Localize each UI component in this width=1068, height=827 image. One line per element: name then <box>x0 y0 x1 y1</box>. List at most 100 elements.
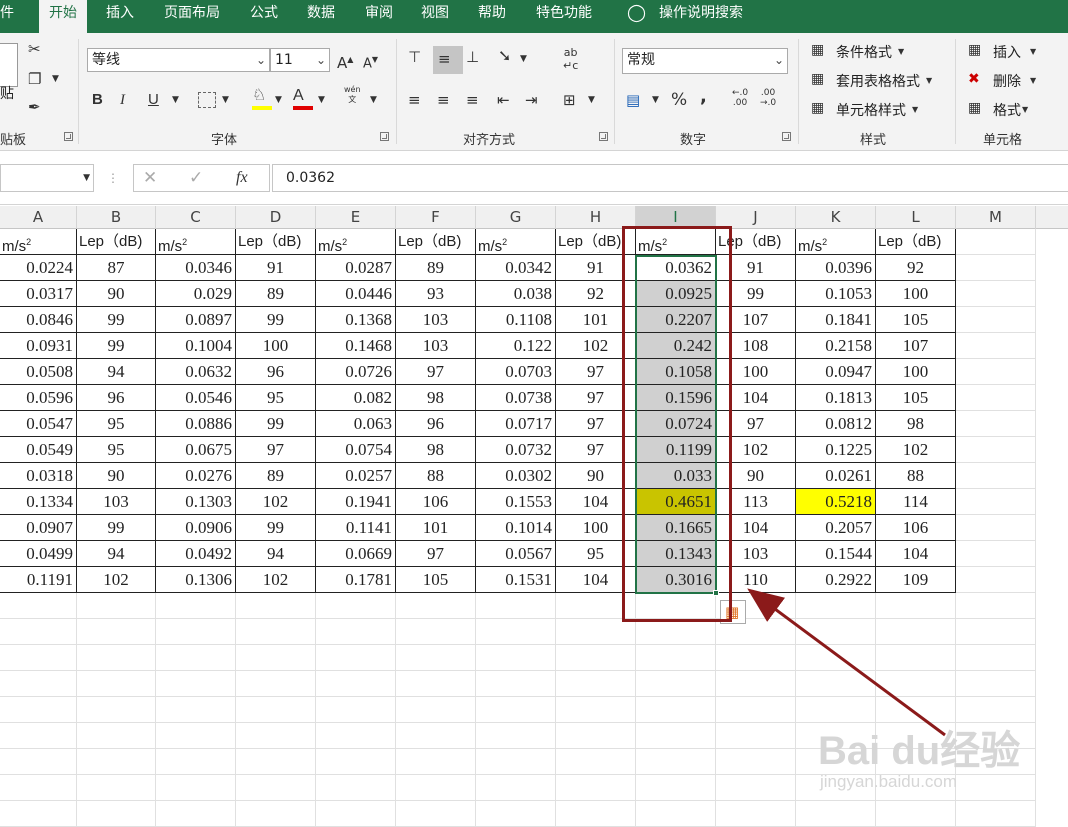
font-name-select[interactable]: 等线 ⌄ <box>87 48 270 72</box>
empty-cell[interactable] <box>556 723 636 749</box>
insert-cells-button[interactable]: 插入 <box>993 42 1021 62</box>
bold-button[interactable]: B <box>92 90 103 110</box>
phonetic-icon[interactable]: wén 文 <box>344 85 361 105</box>
empty-cell[interactable] <box>636 775 716 801</box>
table-cell[interactable]: 0.0567 <box>476 541 556 567</box>
empty-cell[interactable] <box>77 697 156 723</box>
table-cell[interactable]: 0.1225 <box>796 437 876 463</box>
empty-cell[interactable] <box>876 593 956 619</box>
table-cell[interactable]: 93 <box>396 281 476 307</box>
table-cell[interactable]: 0.1108 <box>476 307 556 333</box>
empty-cell[interactable] <box>476 723 556 749</box>
table-cell[interactable]: 0.1553 <box>476 489 556 515</box>
paste-icon[interactable] <box>0 43 18 87</box>
empty-cell[interactable] <box>636 645 716 671</box>
header-cell[interactable]: m/s2 <box>476 229 556 255</box>
merge-center-icon[interactable]: ⊞ <box>563 90 576 110</box>
empty-cell[interactable] <box>0 723 77 749</box>
empty-cell[interactable] <box>956 437 1036 463</box>
table-cell[interactable]: 98 <box>396 437 476 463</box>
format-dropdown-icon[interactable]: ▼ <box>1022 100 1028 120</box>
table-cell[interactable]: 87 <box>77 255 156 281</box>
empty-cell[interactable] <box>956 359 1036 385</box>
table-cell[interactable]: 0.1004 <box>156 333 236 359</box>
table-cell[interactable]: 0.2057 <box>796 515 876 541</box>
empty-cell[interactable] <box>0 775 77 801</box>
table-dropdown-icon[interactable]: ▼ <box>926 71 932 91</box>
table-cell[interactable]: 100 <box>236 333 316 359</box>
table-cell[interactable]: 102 <box>236 567 316 593</box>
empty-cell[interactable] <box>77 723 156 749</box>
table-cell[interactable]: 0.038 <box>476 281 556 307</box>
font-color-dropdown-icon[interactable]: ▼ <box>318 90 325 110</box>
empty-cell[interactable] <box>956 229 1036 255</box>
table-cell[interactable]: 95 <box>236 385 316 411</box>
header-cell[interactable]: Lep（dB) <box>876 229 956 255</box>
table-cell[interactable]: 105 <box>876 307 956 333</box>
number-launcher-icon[interactable] <box>782 132 791 141</box>
table-cell[interactable]: 0.0596 <box>0 385 77 411</box>
table-cell[interactable]: 99 <box>77 333 156 359</box>
percent-button[interactable]: % <box>671 90 687 110</box>
insert-function-button[interactable]: fx <box>236 168 248 188</box>
empty-cell[interactable] <box>236 619 316 645</box>
wrap-text-icon[interactable]: ab ↵c <box>563 46 578 72</box>
empty-cell[interactable] <box>396 671 476 697</box>
header-cell[interactable]: Lep（dB) <box>396 229 476 255</box>
fill-color-dropdown-icon[interactable]: ▼ <box>275 90 282 110</box>
tab-home[interactable]: 开始 <box>39 0 87 33</box>
empty-cell[interactable] <box>956 775 1036 801</box>
insert-dropdown-icon[interactable]: ▼ <box>1030 42 1036 62</box>
table-cell[interactable]: 0.1544 <box>796 541 876 567</box>
empty-cell[interactable] <box>236 697 316 723</box>
table-cell[interactable]: 99 <box>236 411 316 437</box>
table-cell[interactable]: 96 <box>236 359 316 385</box>
empty-cell[interactable] <box>156 645 236 671</box>
empty-cell[interactable] <box>156 749 236 775</box>
empty-cell[interactable] <box>236 593 316 619</box>
grow-font-icon[interactable]: A▲ <box>337 50 353 73</box>
empty-cell[interactable] <box>956 281 1036 307</box>
empty-cell[interactable] <box>556 645 636 671</box>
table-cell[interactable]: 0.0257 <box>316 463 396 489</box>
delete-cells-button[interactable]: 删除 <box>993 71 1021 91</box>
empty-cell[interactable] <box>636 723 716 749</box>
table-cell[interactable]: 0.0224 <box>0 255 77 281</box>
formula-input[interactable]: 0.0362 <box>272 164 1068 192</box>
table-cell[interactable]: 99 <box>236 307 316 333</box>
empty-cell[interactable] <box>0 697 77 723</box>
copy-icon[interactable]: ❐ <box>28 69 41 89</box>
empty-cell[interactable] <box>876 645 956 671</box>
conditional-format-button[interactable]: 条件格式 <box>836 42 892 62</box>
empty-cell[interactable] <box>956 255 1036 281</box>
table-cell[interactable]: 100 <box>876 281 956 307</box>
empty-cell[interactable] <box>236 723 316 749</box>
table-cell[interactable]: 0.0931 <box>0 333 77 359</box>
underline-button[interactable]: U <box>148 90 159 110</box>
merge-dropdown-icon[interactable]: ▼ <box>588 90 595 110</box>
table-cell[interactable]: 107 <box>876 333 956 359</box>
empty-cell[interactable] <box>316 645 396 671</box>
empty-cell[interactable] <box>396 697 476 723</box>
table-cell[interactable]: 103 <box>77 489 156 515</box>
orientation-dropdown-icon[interactable]: ▼ <box>520 49 527 69</box>
table-cell[interactable]: 97 <box>396 541 476 567</box>
table-cell[interactable]: 98 <box>876 411 956 437</box>
increase-indent-icon[interactable]: ⇥ <box>525 90 538 110</box>
increase-decimal-icon[interactable]: ←.0.00 <box>732 88 748 108</box>
empty-cell[interactable] <box>796 619 876 645</box>
table-cell[interactable]: 0.1468 <box>316 333 396 359</box>
table-cell[interactable]: 94 <box>236 541 316 567</box>
comma-button[interactable]: , <box>700 87 707 107</box>
column-header-b[interactable]: B <box>77 206 156 229</box>
tab-formulas[interactable]: 公式 <box>250 0 278 33</box>
table-cell[interactable]: 0.0346 <box>156 255 236 281</box>
delete-cells-icon[interactable]: ✖ <box>968 69 980 89</box>
cell-styles-dropdown-icon[interactable]: ▼ <box>912 100 918 120</box>
empty-cell[interactable] <box>236 749 316 775</box>
accounting-dropdown-icon[interactable]: ▼ <box>652 90 659 110</box>
empty-cell[interactable] <box>156 697 236 723</box>
empty-cell[interactable] <box>716 749 796 775</box>
delete-dropdown-icon[interactable]: ▼ <box>1030 71 1036 91</box>
column-header-a[interactable]: A <box>0 206 77 229</box>
